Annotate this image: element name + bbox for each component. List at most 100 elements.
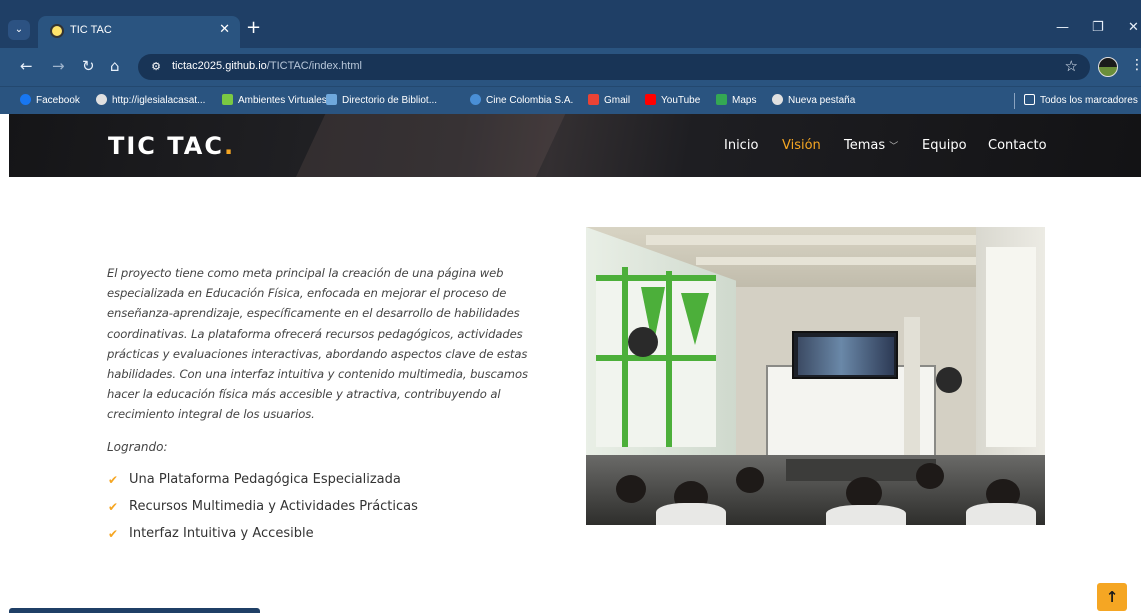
url-host: tictac2025.github.io [172, 60, 267, 72]
forward-arrow-icon[interactable]: → [52, 57, 65, 75]
bookmarks-separator [1014, 93, 1015, 109]
footer-strip [9, 608, 260, 613]
photo-fan [628, 327, 658, 357]
tab-title: TIC TAC [70, 24, 112, 36]
bookmark-label: Nueva pestaña [788, 95, 856, 106]
profile-avatar-icon[interactable] [1098, 57, 1118, 77]
photo-window-frame [596, 275, 716, 281]
star-icon[interactable]: ☆ [1065, 57, 1078, 75]
cine-icon [470, 94, 481, 105]
minimize-icon[interactable]: — [1056, 20, 1069, 35]
menu-kebab-icon[interactable]: ⋮ [1130, 57, 1141, 73]
url-text: tictac2025.github.io/TICTAC/index.html [172, 60, 362, 72]
globe-icon [772, 94, 783, 105]
photo-beam [646, 235, 1006, 245]
bookmarks-bar: Facebook http://iglesialacasat... Ambien… [0, 86, 1141, 114]
photo-window-frame [596, 355, 716, 361]
new-tab-button[interactable]: + [246, 18, 261, 38]
bookmark-ambientes[interactable]: Ambientes Virtuales [222, 94, 327, 106]
address-input[interactable]: ⚙ tictac2025.github.io/TICTAC/index.html… [138, 54, 1090, 80]
chevron-down-icon: ﹀ [889, 142, 899, 152]
logo-dot: . [223, 132, 236, 160]
photo-student-shirt [656, 503, 726, 525]
classroom-photo [586, 227, 1045, 525]
photo-student-shirt [826, 505, 906, 525]
tab-search-icon[interactable]: ⌄ [8, 20, 30, 40]
back-arrow-icon[interactable]: ← [20, 57, 33, 75]
restore-icon[interactable]: ❐ [1092, 20, 1104, 35]
directorio-icon [326, 94, 337, 105]
nav-inicio[interactable]: Inicio [724, 138, 758, 153]
scroll-to-top-button[interactable]: ↑ [1097, 583, 1127, 611]
bookmark-directorio[interactable]: Directorio de Bibliot... [326, 94, 437, 106]
bookmark-youtube[interactable]: YouTube [645, 94, 700, 106]
bookmark-label: YouTube [661, 95, 701, 106]
photo-student [916, 463, 944, 489]
nav-vision[interactable]: Visión [782, 138, 821, 153]
bookmark-label: Directorio de Bibliot... [342, 95, 438, 106]
photo-beam [696, 257, 996, 265]
nav-contacto[interactable]: Contacto [988, 138, 1047, 153]
logo-text: TIC TAC [108, 132, 224, 160]
intro-line: prácticas y evaluaciones interactivas, a… [107, 346, 528, 361]
photo-right-window [986, 247, 1036, 447]
photo-student [736, 467, 764, 493]
feature-label: Recursos Multimedia y Actividades Prácti… [129, 499, 418, 514]
nav-temas[interactable]: Temas ﹀ [844, 138, 898, 153]
intro-line: hacer la educación física más accesible … [107, 387, 501, 402]
photo-tv-screen [798, 337, 894, 375]
bookmark-label: Facebook [36, 95, 80, 106]
bookmark-label: Maps [732, 95, 757, 106]
photo-student-shirt [966, 503, 1036, 525]
site-logo[interactable]: TIC TAC. [108, 132, 235, 160]
logrando-heading: Logrando: [107, 440, 168, 454]
bookmark-maps[interactable]: Maps [716, 94, 756, 106]
home-icon[interactable]: ⌂ [110, 57, 120, 75]
bookmark-facebook[interactable]: Facebook [20, 94, 80, 106]
reload-icon[interactable]: ↻ [82, 57, 95, 75]
intro-line: enseñanza-aprendizaje, específicamente e… [107, 306, 520, 321]
globe-icon [96, 94, 107, 105]
all-bookmarks-label: Todos los marcadores [1040, 95, 1138, 106]
tab-close-icon[interactable]: ✕ [219, 22, 230, 37]
browser-tab[interactable]: TIC TAC ✕ [38, 16, 240, 48]
tab-favicon-icon [50, 24, 64, 38]
intro-line: coordinativas. La plataforma ofrecerá re… [107, 326, 523, 341]
site-info-icon[interactable]: ⚙ [148, 59, 164, 75]
gmail-icon [588, 94, 599, 105]
browser-tab-bar: ⌄ TIC TAC ✕ + — ❐ ✕ [0, 0, 1141, 48]
photo-student [616, 475, 646, 503]
intro-line: habilidades. Con una interfaz intuitiva … [107, 367, 528, 382]
feature-label: Una Plataforma Pedagógica Especializada [129, 472, 401, 487]
ambientes-icon [222, 94, 233, 105]
bookmark-cine[interactable]: Cine Colombia S.A. [470, 94, 573, 106]
bookmark-gmail[interactable]: Gmail [588, 94, 630, 106]
bookmark-label: http://iglesialacasat... [112, 95, 206, 106]
nav-temas-label: Temas [844, 138, 886, 153]
check-icon: ✔ [108, 527, 119, 541]
folder-icon [1024, 94, 1035, 105]
bookmark-nueva-pestana[interactable]: Nueva pestaña [772, 94, 855, 106]
intro-paragraph: El proyecto tiene como meta principal la… [107, 263, 547, 425]
check-icon: ✔ [108, 473, 119, 487]
close-window-icon[interactable]: ✕ [1128, 20, 1139, 35]
header-background-shape [288, 114, 570, 177]
bookmark-iglesia[interactable]: http://iglesialacasat... [96, 94, 205, 106]
photo-tv [792, 331, 898, 379]
check-icon: ✔ [108, 500, 119, 514]
intro-line: crecimiento integral de los usuarios. [107, 407, 315, 422]
bookmark-label: Ambientes Virtuales [238, 95, 327, 106]
photo-fan [936, 367, 962, 393]
nav-equipo[interactable]: Equipo [922, 138, 967, 153]
maps-icon [716, 94, 727, 105]
intro-line: El proyecto tiene como meta principal la… [107, 266, 504, 280]
address-bar-row: ← → ↻ ⌂ ⚙ tictac2025.github.io/TICTAC/in… [0, 48, 1141, 86]
bookmark-label: Gmail [604, 95, 631, 106]
all-bookmarks-folder[interactable]: Todos los marcadores [1024, 94, 1138, 106]
youtube-icon [645, 94, 656, 105]
url-path: /TICTAC/index.html [266, 60, 362, 72]
facebook-icon [20, 94, 31, 105]
feature-label: Interfaz Intuitiva y Accesible [129, 526, 314, 541]
intro-line: especializada en Educación Física, enfoc… [107, 286, 507, 301]
site-header: TIC TAC. Inicio Visión Temas ﹀ Equipo Co… [9, 114, 1141, 177]
